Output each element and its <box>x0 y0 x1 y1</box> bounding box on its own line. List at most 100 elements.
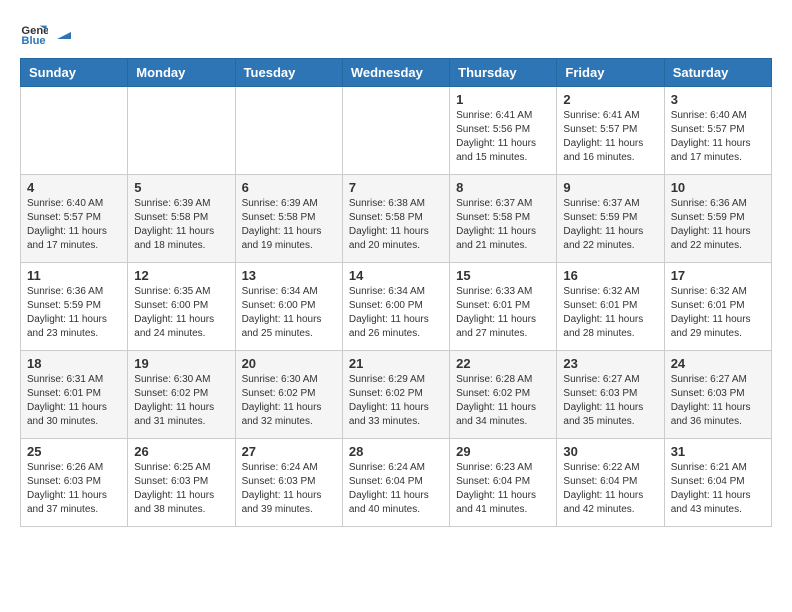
day-info: Sunrise: 6:24 AM Sunset: 6:04 PM Dayligh… <box>349 461 443 517</box>
calendar-cell: 29Sunrise: 6:23 AM Sunset: 6:04 PM Dayli… <box>450 439 557 527</box>
day-info: Sunrise: 6:39 AM Sunset: 5:58 PM Dayligh… <box>134 197 228 253</box>
day-header-tuesday: Tuesday <box>235 59 342 87</box>
calendar-week-row: 18Sunrise: 6:31 AM Sunset: 6:01 PM Dayli… <box>21 351 772 439</box>
day-header-friday: Friday <box>557 59 664 87</box>
day-number: 1 <box>456 92 550 107</box>
day-number: 19 <box>134 356 228 371</box>
day-header-sunday: Sunday <box>21 59 128 87</box>
day-info: Sunrise: 6:30 AM Sunset: 6:02 PM Dayligh… <box>242 373 336 429</box>
day-header-saturday: Saturday <box>664 59 771 87</box>
day-number: 3 <box>671 92 765 107</box>
day-number: 30 <box>563 444 657 459</box>
day-info: Sunrise: 6:41 AM Sunset: 5:56 PM Dayligh… <box>456 109 550 165</box>
day-number: 20 <box>242 356 336 371</box>
day-info: Sunrise: 6:26 AM Sunset: 6:03 PM Dayligh… <box>27 461 121 517</box>
calendar-cell: 11Sunrise: 6:36 AM Sunset: 5:59 PM Dayli… <box>21 263 128 351</box>
calendar-week-row: 11Sunrise: 6:36 AM Sunset: 5:59 PM Dayli… <box>21 263 772 351</box>
calendar-week-row: 25Sunrise: 6:26 AM Sunset: 6:03 PM Dayli… <box>21 439 772 527</box>
calendar-cell: 15 Sunrise: 6:33 AM Sunset: 6:01 PM Dayli… <box>450 263 557 351</box>
day-header-monday: Monday <box>128 59 235 87</box>
day-info: Sunrise: 6:22 AM Sunset: 6:04 PM Dayligh… <box>563 461 657 517</box>
calendar-cell: 26Sunrise: 6:25 AM Sunset: 6:03 PM Dayli… <box>128 439 235 527</box>
day-info: Sunrise: 6:28 AM Sunset: 6:02 PM Dayligh… <box>456 373 550 429</box>
day-number: 5 <box>134 180 228 195</box>
day-number: 14 <box>349 268 443 283</box>
day-info: Sunrise: 6:24 AM Sunset: 6:03 PM Dayligh… <box>242 461 336 517</box>
day-number: 10 <box>671 180 765 195</box>
day-info: Sunrise: 6:30 AM Sunset: 6:02 PM Dayligh… <box>134 373 228 429</box>
day-number: 12 <box>134 268 228 283</box>
calendar-cell: 16 Sunrise: 6:32 AM Sunset: 6:01 PM Dayli… <box>557 263 664 351</box>
logo-icon: General Blue <box>20 20 48 48</box>
day-number: 6 <box>242 180 336 195</box>
day-info: Sunrise: 6:40 AM Sunset: 5:57 PM Dayligh… <box>27 197 121 253</box>
day-info: Sunrise: 6:36 AM Sunset: 5:59 PM Dayligh… <box>27 285 121 341</box>
day-number: 7 <box>349 180 443 195</box>
day-info: Sunrise: 6:31 AM Sunset: 6:01 PM Dayligh… <box>27 373 121 429</box>
day-number: 13 <box>242 268 336 283</box>
day-number: 4 <box>27 180 121 195</box>
day-info: Sunrise: 6:32 AM Sunset: 6:01 PM Dayligh… <box>563 285 657 341</box>
day-number: 23 <box>563 356 657 371</box>
calendar-cell: 12 Sunrise: 6:35 AM Sunset: 6:00 PM Dayli… <box>128 263 235 351</box>
calendar-cell: 3 Sunrise: 6:40 AM Sunset: 5:57 PM Daylig… <box>664 87 771 175</box>
day-info: Sunrise: 6:34 AM Sunset: 6:00 PM Dayligh… <box>349 285 443 341</box>
calendar-cell: 1 Sunrise: 6:41 AM Sunset: 5:56 PM Daylig… <box>450 87 557 175</box>
day-number: 26 <box>134 444 228 459</box>
day-number: 21 <box>349 356 443 371</box>
calendar-header-row: SundayMondayTuesdayWednesdayThursdayFrid… <box>21 59 772 87</box>
calendar-cell: 6 Sunrise: 6:39 AM Sunset: 5:58 PM Daylig… <box>235 175 342 263</box>
day-info: Sunrise: 6:38 AM Sunset: 5:58 PM Dayligh… <box>349 197 443 253</box>
calendar-cell: 28 Sunrise: 6:24 AM Sunset: 6:04 PM Dayli… <box>342 439 449 527</box>
calendar-cell: 20 Sunrise: 6:30 AM Sunset: 6:02 PM Dayli… <box>235 351 342 439</box>
day-number: 17 <box>671 268 765 283</box>
calendar-cell <box>342 87 449 175</box>
day-info: Sunrise: 6:37 AM Sunset: 5:58 PM Dayligh… <box>456 197 550 253</box>
calendar-cell: 7 Sunrise: 6:38 AM Sunset: 5:58 PM Daylig… <box>342 175 449 263</box>
calendar-cell: 19 Sunrise: 6:30 AM Sunset: 6:02 PM Dayli… <box>128 351 235 439</box>
day-info: Sunrise: 6:32 AM Sunset: 6:01 PM Dayligh… <box>671 285 765 341</box>
day-number: 27 <box>242 444 336 459</box>
calendar-cell: 27 Sunrise: 6:24 AM Sunset: 6:03 PM Dayli… <box>235 439 342 527</box>
day-info: Sunrise: 6:33 AM Sunset: 6:01 PM Dayligh… <box>456 285 550 341</box>
calendar-table: SundayMondayTuesdayWednesdayThursdayFrid… <box>20 58 772 527</box>
day-number: 31 <box>671 444 765 459</box>
day-info: Sunrise: 6:34 AM Sunset: 6:00 PM Dayligh… <box>242 285 336 341</box>
calendar-cell: 22 Sunrise: 6:28 AM Sunset: 6:02 PM Dayli… <box>450 351 557 439</box>
calendar-week-row: 4 Sunrise: 6:40 AM Sunset: 5:57 PM Daylig… <box>21 175 772 263</box>
day-number: 2 <box>563 92 657 107</box>
day-info: Sunrise: 6:41 AM Sunset: 5:57 PM Dayligh… <box>563 109 657 165</box>
day-header-thursday: Thursday <box>450 59 557 87</box>
calendar-cell: 23 Sunrise: 6:27 AM Sunset: 6:03 PM Dayli… <box>557 351 664 439</box>
calendar-cell: 8 Sunrise: 6:37 AM Sunset: 5:58 PM Daylig… <box>450 175 557 263</box>
day-number: 15 <box>456 268 550 283</box>
day-info: Sunrise: 6:27 AM Sunset: 6:03 PM Dayligh… <box>563 373 657 429</box>
calendar-cell <box>21 87 128 175</box>
day-info: Sunrise: 6:35 AM Sunset: 6:00 PM Dayligh… <box>134 285 228 341</box>
logo: General Blue <box>20 20 71 48</box>
day-number: 16 <box>563 268 657 283</box>
day-number: 22 <box>456 356 550 371</box>
calendar-cell: 4 Sunrise: 6:40 AM Sunset: 5:57 PM Daylig… <box>21 175 128 263</box>
calendar-cell: 21 Sunrise: 6:29 AM Sunset: 6:02 PM Dayli… <box>342 351 449 439</box>
calendar-cell: 14 Sunrise: 6:34 AM Sunset: 6:00 PM Dayli… <box>342 263 449 351</box>
day-info: Sunrise: 6:29 AM Sunset: 6:02 PM Dayligh… <box>349 373 443 429</box>
calendar-cell <box>128 87 235 175</box>
day-number: 8 <box>456 180 550 195</box>
calendar-cell: 10 Sunrise: 6:36 AM Sunset: 5:59 PM Dayli… <box>664 175 771 263</box>
day-info: Sunrise: 6:40 AM Sunset: 5:57 PM Dayligh… <box>671 109 765 165</box>
day-number: 28 <box>349 444 443 459</box>
calendar-week-row: 1 Sunrise: 6:41 AM Sunset: 5:56 PM Daylig… <box>21 87 772 175</box>
page-header: General Blue <box>20 20 772 48</box>
calendar-cell: 24Sunrise: 6:27 AM Sunset: 6:03 PM Dayli… <box>664 351 771 439</box>
day-info: Sunrise: 6:23 AM Sunset: 6:04 PM Dayligh… <box>456 461 550 517</box>
calendar-cell: 31Sunrise: 6:21 AM Sunset: 6:04 PM Dayli… <box>664 439 771 527</box>
svg-text:Blue: Blue <box>21 35 45 47</box>
day-info: Sunrise: 6:37 AM Sunset: 5:59 PM Dayligh… <box>563 197 657 253</box>
calendar-cell: 13 Sunrise: 6:34 AM Sunset: 6:00 PM Dayli… <box>235 263 342 351</box>
day-header-wednesday: Wednesday <box>342 59 449 87</box>
calendar-cell: 9Sunrise: 6:37 AM Sunset: 5:59 PM Daylig… <box>557 175 664 263</box>
day-number: 24 <box>671 356 765 371</box>
day-info: Sunrise: 6:36 AM Sunset: 5:59 PM Dayligh… <box>671 197 765 253</box>
day-info: Sunrise: 6:39 AM Sunset: 5:58 PM Dayligh… <box>242 197 336 253</box>
